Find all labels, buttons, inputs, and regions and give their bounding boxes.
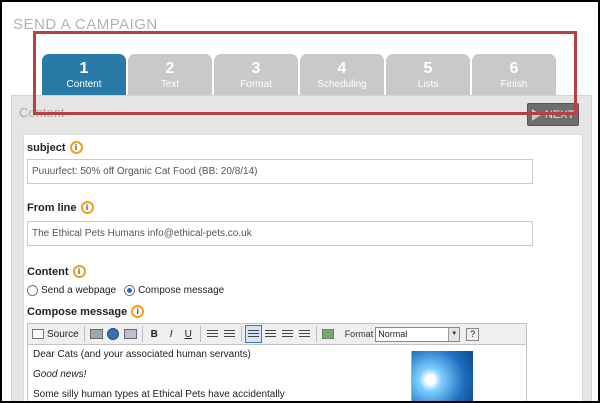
align-justify-icon	[298, 329, 310, 339]
compose-message-radio[interactable]	[124, 285, 136, 296]
send-webpage-label[interactable]: Send a webpage	[41, 285, 116, 296]
subject-label-text: subject	[27, 141, 66, 154]
source-button[interactable]: Source	[28, 325, 81, 343]
toolbar-separator	[240, 326, 242, 342]
from-line-label: From line i	[27, 201, 94, 214]
content-label: Content i	[27, 265, 86, 278]
tab-format[interactable]: 3 Format	[214, 54, 298, 95]
step-tabs: 1 Content 2 Text 3 Format 4 Scheduling 5…	[42, 54, 556, 95]
campaign-form: subject i Puuurfect: 50% off Organic Cat…	[23, 134, 583, 401]
compose-message-label[interactable]: Compose message	[138, 285, 224, 296]
tab-label: Text	[160, 79, 180, 90]
format-select-value: Normal	[378, 329, 408, 339]
toolbar-separator	[199, 326, 201, 342]
format-label: Format	[344, 329, 374, 339]
content-panel: Content NEXT subject i Puuurfect: 50% of…	[11, 95, 592, 401]
tab-label: Scheduling	[317, 79, 367, 90]
tab-label: Format	[240, 79, 272, 90]
toolbar-separator	[315, 326, 317, 342]
tab-text[interactable]: 2 Text	[128, 54, 212, 95]
toolbar-separator	[141, 326, 143, 342]
tab-number: 4	[337, 60, 347, 77]
align-justify-button[interactable]	[296, 325, 313, 343]
chevron-down-icon: ▼	[448, 327, 460, 341]
arrow-right-icon	[531, 108, 541, 121]
subject-input[interactable]: Puuurfect: 50% off Organic Cat Food (BB:…	[27, 159, 533, 184]
tab-content[interactable]: 1 Content	[42, 54, 126, 95]
info-icon[interactable]: i	[80, 201, 94, 214]
content-label-text: Content	[27, 265, 69, 278]
info-icon[interactable]: i	[72, 265, 86, 278]
bold-button[interactable]: B	[146, 325, 163, 343]
insert-image-button[interactable]	[320, 325, 339, 343]
message-editor[interactable]: Dear Cats (and your associated human ser…	[27, 345, 527, 401]
next-button-label: NEXT	[544, 108, 575, 121]
format-select[interactable]: Normal ▼	[375, 326, 461, 342]
source-icon	[32, 329, 44, 339]
bulleted-list-button[interactable]	[221, 325, 238, 343]
globe-icon	[107, 328, 120, 340]
underline-button[interactable]: U	[180, 325, 197, 343]
editor-toolbar: Source B I U Format Normal ▼ ?	[27, 323, 527, 345]
tab-number: 2	[165, 60, 175, 77]
numbered-list-button[interactable]	[204, 325, 221, 343]
tab-lists[interactable]: 5 Lists	[386, 54, 470, 95]
tab-number: 1	[79, 60, 89, 77]
editor-image[interactable]	[411, 351, 473, 401]
tab-label: Lists	[417, 79, 439, 90]
content-type-options: Send a webpage Compose message	[27, 285, 224, 296]
align-left-icon	[247, 329, 259, 339]
tab-label: Finish	[500, 79, 528, 90]
align-right-button[interactable]	[279, 325, 296, 343]
align-left-button[interactable]	[244, 325, 262, 343]
align-right-icon	[281, 329, 293, 339]
anchor-icon	[123, 329, 137, 339]
app-frame: SEND A CAMPAIGN 1 Content 2 Text 3 Forma…	[2, 2, 598, 401]
printer-icon	[89, 329, 103, 339]
image-icon	[321, 329, 334, 339]
anchor-button[interactable]	[122, 325, 139, 343]
tab-number: 6	[509, 60, 519, 77]
from-line-input[interactable]: The Ethical Pets Humans info@ethical-pet…	[27, 221, 533, 246]
align-center-icon	[264, 329, 276, 339]
spellcheck-button[interactable]	[105, 325, 122, 343]
next-button[interactable]: NEXT	[527, 103, 579, 126]
help-button[interactable]: ?	[466, 327, 480, 341]
align-center-button[interactable]	[262, 325, 279, 343]
tab-label: Content	[66, 79, 102, 90]
tab-number: 3	[251, 60, 261, 77]
send-webpage-radio[interactable]	[27, 285, 38, 296]
panel-title: Content	[19, 105, 65, 120]
tab-number: 5	[423, 60, 433, 77]
info-icon[interactable]: i	[131, 305, 145, 318]
tab-finish[interactable]: 6 Finish	[472, 54, 556, 95]
compose-message-heading-text: Compose message	[27, 305, 128, 318]
toolbar-separator	[83, 326, 85, 342]
compose-message-heading: Compose message i	[27, 305, 145, 318]
from-line-label-text: From line	[27, 201, 77, 214]
tab-scheduling[interactable]: 4 Scheduling	[300, 54, 384, 95]
numbered-list-icon	[206, 329, 218, 339]
page-title: SEND A CAMPAIGN	[13, 16, 158, 33]
source-label: Source	[47, 328, 79, 340]
bulleted-list-icon	[223, 329, 235, 339]
info-icon[interactable]: i	[69, 141, 83, 154]
italic-button[interactable]: I	[163, 325, 180, 343]
subject-label: subject i	[27, 141, 83, 154]
print-button[interactable]	[88, 325, 105, 343]
